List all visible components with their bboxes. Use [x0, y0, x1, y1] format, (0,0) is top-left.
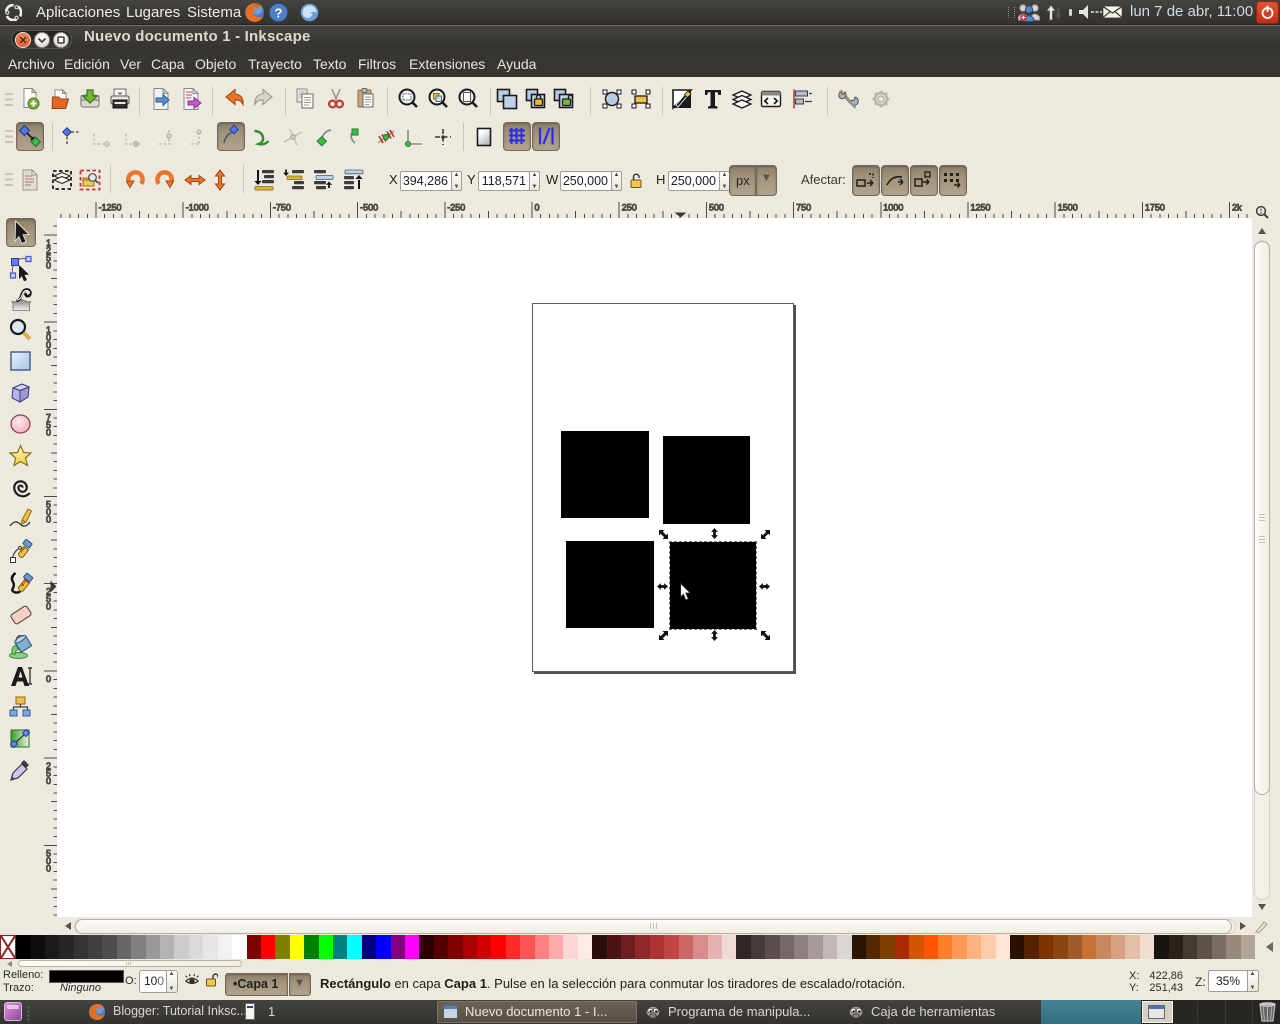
svg-text:250: 250 — [622, 203, 637, 213]
svg-text:1000: 1000 — [883, 203, 903, 213]
svg-text:-1000: -1000 — [186, 203, 209, 213]
svg-text:750: 750 — [796, 203, 811, 213]
svg-text:-750: -750 — [273, 203, 291, 213]
svg-text:0: 0 — [46, 427, 51, 437]
svg-text:1750: 1750 — [1145, 203, 1165, 213]
svg-text:-500: -500 — [360, 203, 378, 213]
svg-text:0: 0 — [46, 515, 51, 525]
svg-text:0: 0 — [46, 260, 51, 270]
svg-text:-1250: -1250 — [99, 203, 122, 213]
svg-text:0: 0 — [535, 203, 540, 213]
svg-text:0: 0 — [46, 602, 51, 612]
svg-text:1: 1 — [1259, 209, 1263, 216]
svg-text:-250: -250 — [447, 203, 465, 213]
svg-text:0: 0 — [46, 674, 51, 684]
svg-text:?: ? — [275, 5, 283, 20]
svg-text:0: 0 — [46, 776, 51, 786]
svg-text:500: 500 — [709, 203, 724, 213]
svg-text:0: 0 — [46, 863, 51, 873]
svg-text:1250: 1250 — [971, 203, 991, 213]
svg-text:2k: 2k — [1232, 203, 1242, 213]
svg-text:0: 0 — [46, 348, 51, 358]
svg-text:1500: 1500 — [1058, 203, 1078, 213]
